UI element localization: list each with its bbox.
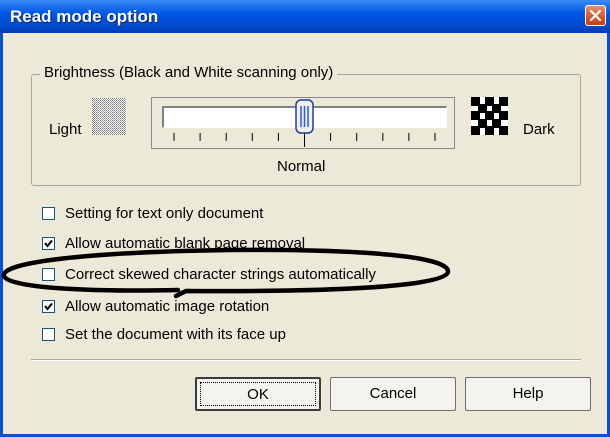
ok-button[interactable]: OK — [195, 377, 321, 411]
light-pattern-icon — [92, 98, 126, 135]
dialog-title: Read mode option — [10, 7, 159, 26]
help-button[interactable]: Help — [465, 377, 591, 411]
checkbox[interactable] — [42, 328, 55, 341]
close-button[interactable] — [585, 5, 606, 26]
check-icon — [44, 239, 53, 248]
normal-label: Normal — [277, 158, 326, 175]
cancel-button[interactable]: Cancel — [330, 377, 456, 411]
checkbox[interactable] — [42, 237, 55, 250]
brightness-slider-thumb[interactable] — [295, 99, 314, 134]
brightness-group-label: Brightness (Black and White scanning onl… — [40, 64, 338, 81]
option-label: Set the document with its face up — [65, 326, 286, 343]
light-label: Light — [49, 121, 82, 138]
checkbox[interactable] — [42, 300, 55, 313]
option-label: Allow automatic image rotation — [65, 298, 270, 315]
checkbox[interactable] — [42, 207, 55, 220]
dark-label: Dark — [523, 121, 555, 138]
separator-line — [31, 359, 581, 361]
dark-pattern-icon — [471, 97, 508, 135]
option-label: Correct skewed character strings automat… — [65, 266, 376, 283]
close-icon — [589, 9, 602, 22]
check-icon — [44, 302, 53, 311]
option-label: Allow automatic blank page removal — [65, 235, 306, 252]
checkbox[interactable] — [42, 268, 55, 281]
ok-button-label: OK — [200, 382, 316, 406]
title-bar[interactable]: Read mode option — [0, 0, 610, 33]
option-label: Setting for text only document — [65, 205, 264, 222]
